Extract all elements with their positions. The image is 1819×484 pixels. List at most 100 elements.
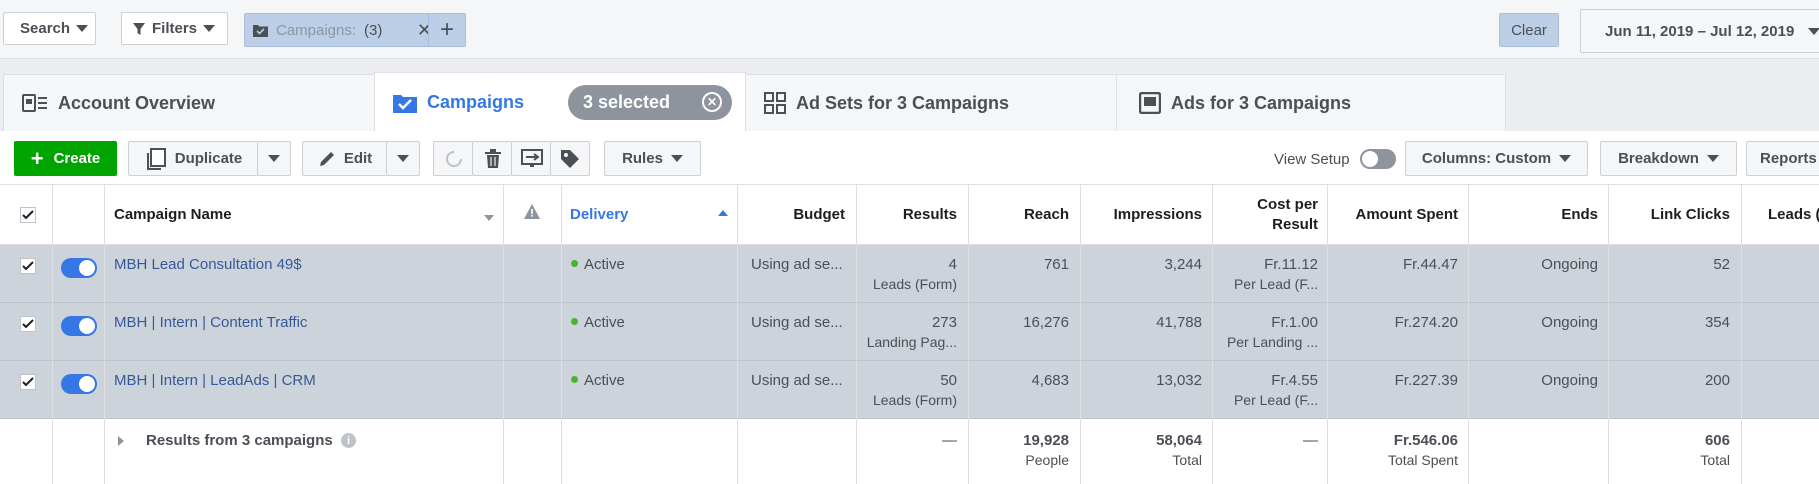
- edit-button[interactable]: Edit: [302, 141, 387, 176]
- view-setup-toggle[interactable]: View Setup: [1274, 149, 1396, 169]
- column-divider: [104, 185, 105, 484]
- results-type: Landing Pag...: [866, 334, 957, 350]
- sort-ascending-icon: [718, 210, 728, 216]
- header-amount-spent[interactable]: Amount Spent: [1356, 206, 1459, 223]
- campaigns-chip-label: Campaigns:: [276, 21, 357, 39]
- reach-value: 16,276: [1023, 314, 1069, 331]
- ab-test-icon: [520, 148, 543, 167]
- clear-button[interactable]: Clear: [1499, 13, 1559, 47]
- chevron-down-icon: [1808, 27, 1819, 35]
- ab-test-button[interactable]: [511, 141, 551, 176]
- header-leads[interactable]: Leads (: [1768, 206, 1819, 223]
- filters-button[interactable]: Filters: [121, 12, 228, 45]
- results-value: 273: [931, 314, 957, 331]
- delete-button[interactable]: [472, 141, 512, 176]
- header-reach[interactable]: Reach: [1024, 206, 1069, 223]
- tab-account-overview[interactable]: Account Overview: [3, 74, 375, 131]
- campaign-name-link[interactable]: MBH | Intern | Content Traffic: [114, 314, 307, 331]
- header-link-clicks[interactable]: Link Clicks: [1651, 206, 1730, 223]
- ends-value: Ongoing: [1541, 372, 1598, 389]
- amount-spent-value: Fr.44.47: [1402, 256, 1458, 273]
- tab-label: Campaigns: [427, 92, 525, 112]
- date-range-label: Jun 11, 2019 – Jul 12, 2019: [1605, 22, 1795, 40]
- duplicate-dropdown[interactable]: [257, 141, 291, 176]
- tab-label: Ad Sets for 3 Campaigns: [796, 92, 1010, 113]
- header-impressions[interactable]: Impressions: [1114, 206, 1202, 223]
- campaigns-table: Campaign Name Delivery Budget Results Re…: [0, 185, 1819, 484]
- edit-dropdown[interactable]: [386, 141, 420, 176]
- header-ends[interactable]: Ends: [1561, 206, 1598, 223]
- summary-amount-spent: Fr.546.06: [1393, 432, 1458, 449]
- summary-impressions: 58,064: [1156, 432, 1202, 449]
- search-button[interactable]: Search: [3, 12, 96, 45]
- create-label: Create: [53, 150, 101, 167]
- toggle-switch[interactable]: [1359, 149, 1396, 169]
- filters-label: Filters: [152, 20, 198, 37]
- column-divider: [1212, 185, 1213, 484]
- ends-value: Ongoing: [1541, 256, 1598, 273]
- ad-icon: [1139, 92, 1161, 114]
- active-status-dot: [571, 375, 578, 383]
- campaigns-chip-count: (3): [364, 21, 383, 39]
- delivery-label: Active: [584, 372, 625, 389]
- amount-spent-value: Fr.227.39: [1394, 372, 1458, 389]
- campaigns-filter-chip[interactable]: Campaigns: (3) ✕: [244, 13, 441, 47]
- table-row[interactable]: MBH | Intern | Content Traffic Active Us…: [0, 303, 1819, 361]
- table-row[interactable]: MBH | Intern | LeadAds | CRM Active Usin…: [0, 361, 1819, 419]
- select-all-checkbox[interactable]: [20, 207, 36, 223]
- duplicate-button[interactable]: Duplicate: [128, 141, 258, 176]
- campaign-on-off-toggle[interactable]: [61, 316, 97, 336]
- summary-row: Results from 3 campaigns i — 19,928 Peop…: [0, 419, 1819, 484]
- info-icon[interactable]: i: [341, 433, 356, 448]
- header-cost-per-result-line1[interactable]: Cost per: [1257, 196, 1318, 213]
- search-label: Search: [20, 20, 71, 37]
- column-divider: [561, 185, 562, 484]
- delivery-status: Active: [571, 372, 625, 389]
- selected-count-pill[interactable]: 3 selected ✕: [568, 85, 732, 120]
- refresh-button[interactable]: [433, 141, 473, 176]
- chevron-right-icon[interactable]: [118, 436, 124, 446]
- selected-count-label: 3 selected: [583, 92, 671, 112]
- header-budget[interactable]: Budget: [793, 206, 845, 223]
- campaign-on-off-toggle[interactable]: [61, 258, 97, 278]
- warning-icon: [524, 204, 540, 219]
- ends-value: Ongoing: [1541, 314, 1598, 331]
- amount-spent-value: Fr.274.20: [1394, 314, 1458, 331]
- campaign-name-link[interactable]: MBH | Intern | LeadAds | CRM: [114, 372, 316, 389]
- row-checkbox[interactable]: [20, 374, 36, 390]
- header-campaign-name[interactable]: Campaign Name: [114, 206, 232, 223]
- pencil-icon: [319, 151, 334, 166]
- clear-selection-icon[interactable]: ✕: [702, 92, 722, 112]
- chevron-down-icon: [76, 25, 89, 32]
- breakdown-dropdown[interactable]: Breakdown: [1600, 141, 1737, 176]
- reports-dropdown[interactable]: Reports: [1746, 141, 1819, 176]
- columns-dropdown[interactable]: Columns: Custom: [1405, 141, 1588, 176]
- duplicate-label: Duplicate: [174, 150, 243, 167]
- row-checkbox[interactable]: [20, 258, 36, 274]
- rules-button[interactable]: Rules: [604, 141, 701, 176]
- delivery-status: Active: [571, 256, 625, 273]
- tab-ad-sets[interactable]: Ad Sets for 3 Campaigns: [745, 74, 1117, 131]
- add-filter-button[interactable]: +: [428, 13, 466, 47]
- date-range-picker[interactable]: Jun 11, 2019 – Jul 12, 2019: [1580, 9, 1819, 53]
- campaign-on-off-toggle[interactable]: [61, 374, 97, 394]
- funnel-icon: [133, 22, 145, 35]
- chevron-down-icon[interactable]: [484, 215, 494, 221]
- header-results[interactable]: Results: [903, 206, 957, 223]
- create-button[interactable]: + Create: [14, 141, 117, 176]
- table-row[interactable]: MBH Lead Consultation 49$ Active Using a…: [0, 245, 1819, 303]
- cost-per-result-type: Per Lead (F...: [1233, 276, 1318, 292]
- tab-ads[interactable]: Ads for 3 Campaigns: [1116, 74, 1506, 131]
- campaign-name-link[interactable]: MBH Lead Consultation 49$: [114, 256, 302, 273]
- results-type: Leads (Form): [872, 276, 957, 292]
- summary-link-clicks: 606: [1704, 432, 1730, 449]
- header-delivery[interactable]: Delivery: [570, 206, 628, 223]
- header-cost-per-result-line2[interactable]: Result: [1272, 216, 1318, 233]
- tag-button[interactable]: [550, 141, 590, 176]
- impressions-value: 41,788: [1156, 314, 1202, 331]
- row-checkbox[interactable]: [20, 316, 36, 332]
- delivery-label: Active: [584, 314, 625, 331]
- budget-value: Using ad se...: [751, 314, 843, 331]
- delivery-status: Active: [571, 314, 625, 331]
- column-divider: [1327, 185, 1328, 484]
